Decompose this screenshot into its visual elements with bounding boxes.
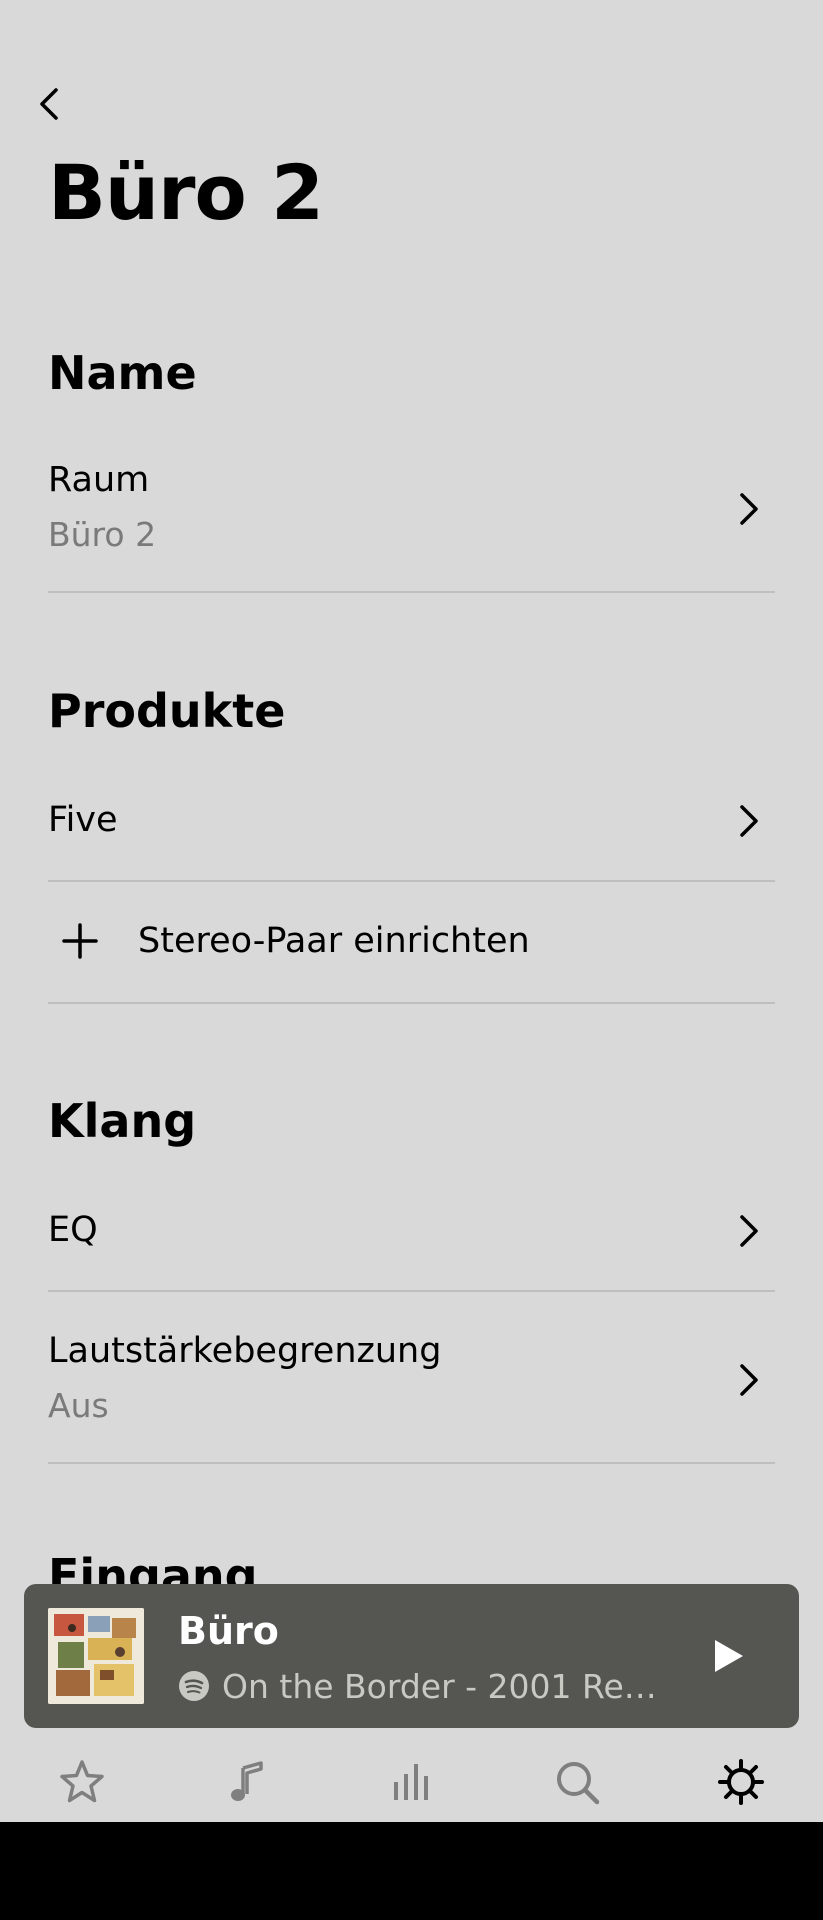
page-title: Büro 2 [48,148,324,237]
tab-settings[interactable] [709,1750,773,1814]
chevron-right-icon [735,491,763,527]
tab-rooms[interactable] [380,1750,444,1814]
section-title-products: Produkte [48,684,286,738]
product-five-row[interactable]: Five [48,785,775,882]
stereo-pair-row[interactable]: Stereo-Paar einrichten [48,882,775,1004]
album-art [48,1608,144,1704]
gear-icon [718,1759,764,1805]
play-button[interactable] [701,1628,757,1684]
room-name-row[interactable]: Raum Büro 2 [48,455,775,593]
volume-limit-label: Lautstärkebegrenzung [48,1331,442,1371]
search-icon [557,1762,600,1805]
volume-limit-value: Aus [48,1386,109,1425]
now-playing-room: Büro [178,1609,279,1653]
rooms-bars-icon [394,1764,428,1800]
spotify-icon [179,1671,209,1701]
chevron-right-icon [735,803,763,839]
plus-icon [62,923,98,959]
chevron-right-icon [735,1213,763,1249]
section-title-sound: Klang [48,1094,197,1148]
now-playing-bar[interactable]: Büro On the Border - 2001 Rem… [24,1584,799,1728]
tab-search[interactable] [545,1750,609,1814]
play-icon [715,1640,743,1672]
tab-browse[interactable] [215,1750,279,1814]
music-note-icon [231,1761,263,1801]
volume-limit-row[interactable]: Lautstärkebegrenzung Aus [48,1292,775,1464]
eq-row[interactable]: EQ [48,1195,775,1292]
product-five-label: Five [48,800,118,840]
chevron-left-icon [40,88,58,120]
eq-label: EQ [48,1210,98,1250]
room-settings-screen: Büro 2 Name Raum Büro 2 Produkte Five St… [0,0,823,1822]
tab-favorites[interactable] [50,1750,114,1814]
section-title-name: Name [48,346,197,400]
room-name-value: Büro 2 [48,515,157,554]
bottom-tab-bar [0,1740,823,1822]
back-button[interactable] [38,80,78,128]
stereo-pair-label: Stereo-Paar einrichten [138,921,530,961]
room-name-label: Raum [48,460,150,500]
chevron-right-icon [735,1362,763,1398]
now-playing-track: On the Border - 2001 Rem… [222,1666,672,1706]
system-navigation-bar [0,1822,823,1920]
star-icon [60,1760,104,1803]
